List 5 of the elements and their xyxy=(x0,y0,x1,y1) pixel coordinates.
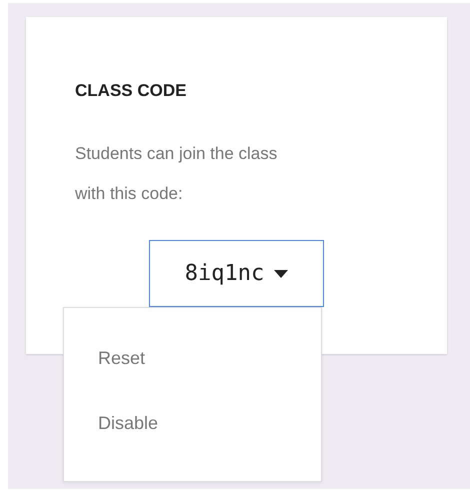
class-code-dropdown[interactable]: 8iq1nc xyxy=(149,240,324,307)
menu-item[interactable]: Reset xyxy=(64,334,321,383)
card-title: CLASS CODE xyxy=(75,81,186,101)
card-description: Students can join the class with this code: xyxy=(75,143,278,205)
menu-item[interactable]: Disable xyxy=(64,399,321,448)
